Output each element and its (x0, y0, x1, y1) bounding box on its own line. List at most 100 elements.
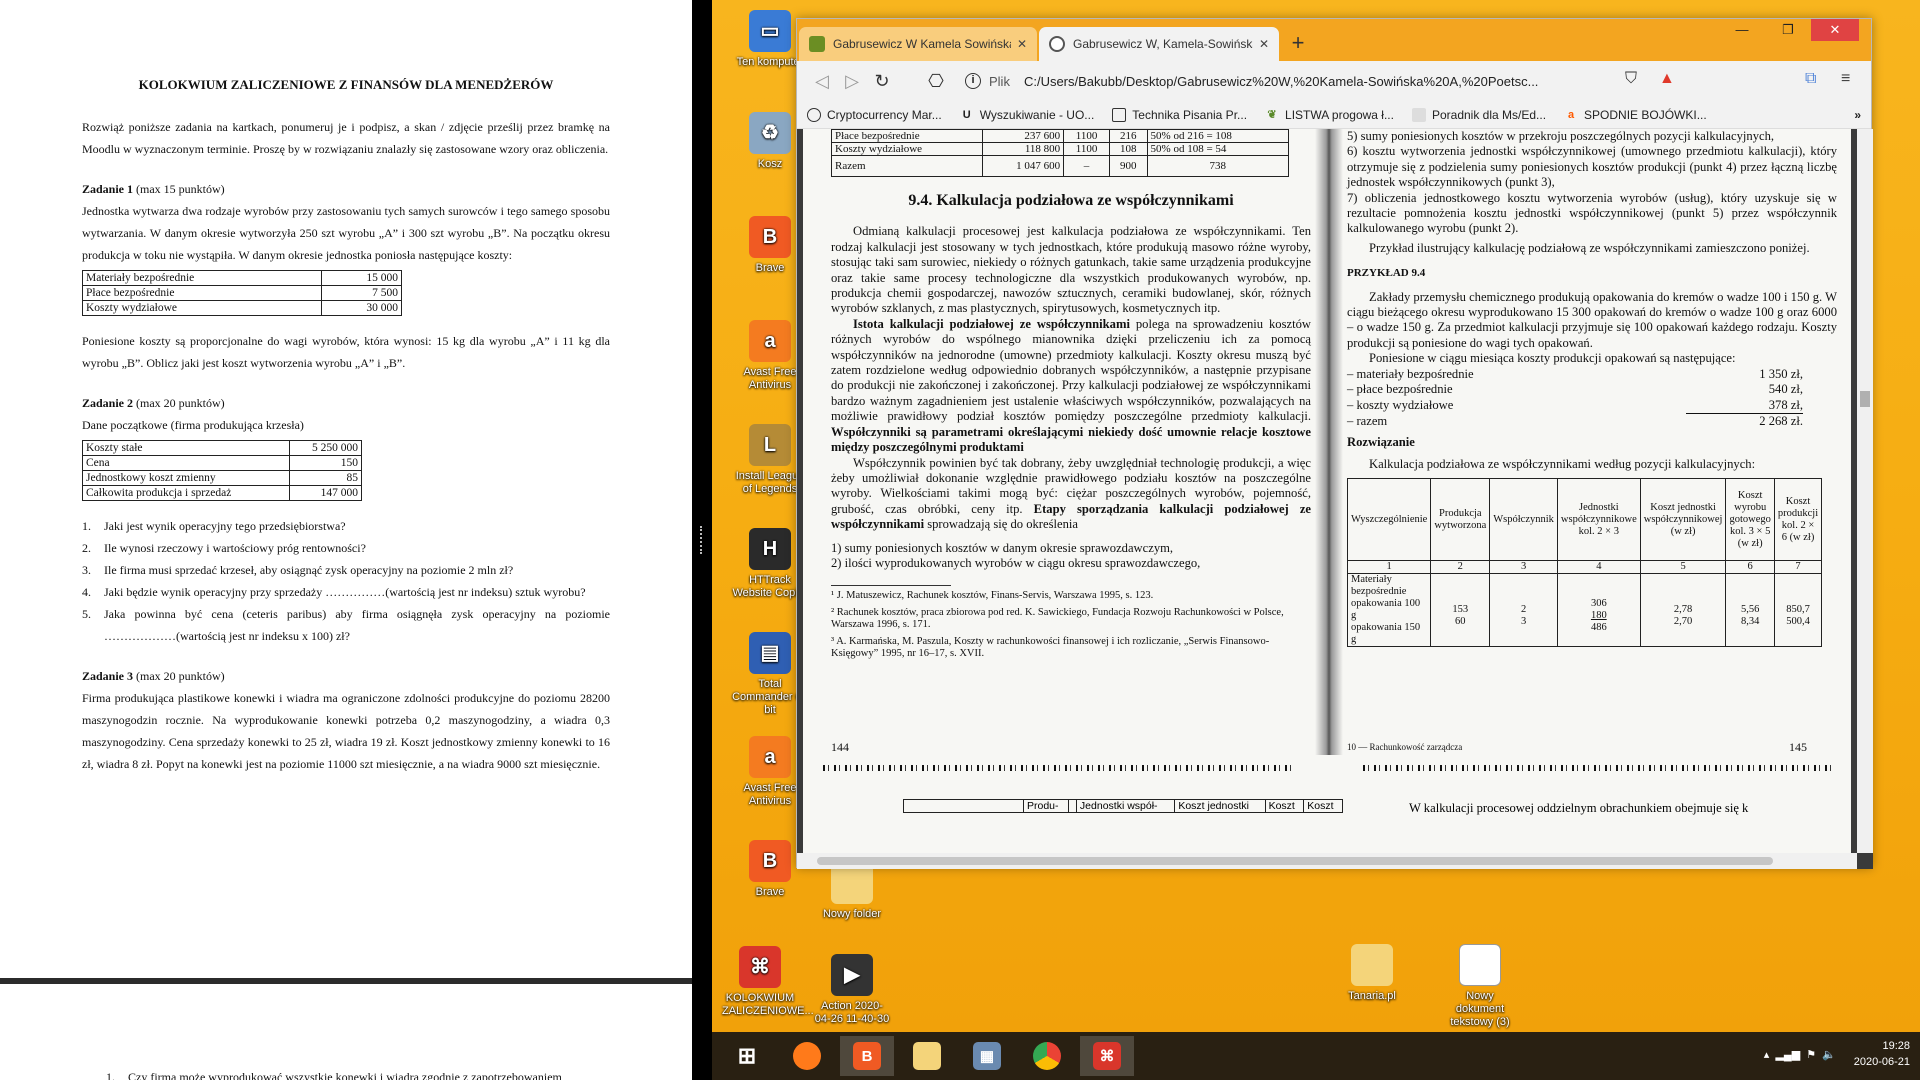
running-head: 10 — Rachunkowość zarządcza (1347, 741, 1463, 752)
bookmark-poradnik[interactable]: Poradnik dla Ms/Ed... (1411, 107, 1546, 122)
scan-paragraph: Istota kalkulacji podziałowej ze współcz… (831, 316, 1311, 455)
back-button[interactable]: ◁ (807, 71, 837, 92)
clock-time: 19:28 (1882, 1040, 1910, 1052)
document-viewer[interactable]: KOLOKWIUM ZALICZENIOWE Z FINANSÓW DLA ME… (0, 0, 692, 1080)
start-button[interactable]: ⊞ (720, 1036, 774, 1076)
minimize-button[interactable]: — (1719, 19, 1765, 41)
scan-paragraph: Kalkulacja podziałowa ze współczynnikami… (1369, 456, 1756, 471)
forward-button[interactable]: ▷ (837, 71, 867, 92)
scan-paragraph: Współczynnik powinien być tak dobrany, ż… (831, 455, 1311, 532)
bookmark-cryptocurrency[interactable]: Cryptocurrency Mar... (807, 107, 942, 122)
table-row: – koszty wydziałowe 378 zł, (1347, 397, 1803, 414)
bookmark-icon[interactable]: ⎔ (921, 71, 951, 92)
clock[interactable]: 19:28 2020-06-21 (1854, 1038, 1910, 1070)
browser-toolbar: ◁ ▷ ↻ ⎔ i Plik C:/Users/Bakubb/Desktop/G… (797, 61, 1871, 101)
list-item: 3. Ile firma musi sprzedać krzeseł, aby o… (82, 563, 514, 577)
bookmark-spodnie[interactable]: a SPODNIE BOJÓWKI... (1564, 108, 1707, 122)
browser-window: Gabrusewicz W Kamela Sowińska A ✕ Gabrus… (796, 18, 1873, 869)
scan-page-left: Płace bezpośrednie 237 600 1100 216 50% od 2… (831, 129, 1311, 755)
scan-paragraph: Zakłady przemysłu chemicznego produkują … (1347, 289, 1837, 350)
bookmark-technika[interactable]: Technika Pisania Pr... (1112, 107, 1247, 122)
next-page-table: Produ- Jednostki współ- Koszt jednostki Kos… (903, 799, 1343, 813)
bookmark-listwa[interactable]: ❦ LISTWA progowa ł... (1265, 108, 1394, 122)
section-heading: 9.4. Kalkulacja podziałowa ze współczynn… (908, 192, 1234, 209)
globe-icon (1049, 36, 1065, 52)
footnote: ¹ J. Matuszewicz, Rachunek kosztów, Fina… (831, 590, 1154, 602)
horizontal-scrollbar[interactable] (797, 853, 1857, 869)
reload-button[interactable]: ↻ (867, 71, 897, 92)
footnote: ² Rachunek kosztów, praca zbiorowa pod r… (831, 606, 1284, 631)
doc-icon (1411, 107, 1426, 122)
folder-icon (913, 1042, 941, 1070)
taskbar-firefox[interactable] (780, 1036, 834, 1076)
total-commander-icon: ▤ (749, 632, 791, 674)
table-row: Cena 150 (82, 455, 363, 471)
task2-questions: 1. Jaki jest wynik operacyjny tego przeds… (82, 515, 610, 647)
chevron-up-icon[interactable]: ▴ (1764, 1049, 1770, 1061)
scrollbar-thumb[interactable] (1860, 391, 1870, 407)
windows-icon: ⊞ (737, 1043, 757, 1068)
translate-icon[interactable]: ⧉ (1805, 70, 1816, 88)
task2-subtitle: Dane początkowe (firma produkująca krzes… (82, 418, 304, 432)
task1-after: Poniesione koszty są proporcjonalne do w… (82, 334, 610, 370)
scrollbar-thumb[interactable] (817, 857, 1773, 865)
text-file-icon (1459, 944, 1501, 986)
desktop-icon-action-video[interactable]: ▶ Action 2020-04-26 11-40-30 (814, 954, 890, 1026)
bookmarks-more-button[interactable]: » (1854, 108, 1861, 122)
menu-icon[interactable]: ≡ (1841, 70, 1850, 88)
volume-icon[interactable]: 🔈 (1822, 1049, 1836, 1061)
table-row: Całkowita produkcja i sprzedaż 147 000 (82, 485, 363, 501)
cost-list: – materiały bezpośrednie 1 350 zł, – płac… (1347, 367, 1803, 430)
allegro-icon: a (1567, 108, 1575, 121)
brave-icon: B (853, 1042, 881, 1070)
scan-noise (1363, 765, 1833, 771)
bookmark-wyszukiwanie[interactable]: U Wyszukiwanie - UO... (960, 108, 1095, 122)
taskbar-brave[interactable]: B (840, 1036, 894, 1076)
taskbar-calculator[interactable]: ▦ (960, 1036, 1014, 1076)
taskbar-pdf[interactable]: ⌘ (1080, 1036, 1134, 1076)
close-icon[interactable]: ✕ (1017, 37, 1027, 51)
close-icon[interactable]: ✕ (1259, 37, 1269, 51)
split-view-handle[interactable] (692, 0, 712, 1080)
solution-heading: Rozwiązanie (1347, 435, 1415, 450)
table-row: Razem 1 047 600–900 738 (831, 155, 1290, 177)
table-row: Płace bezpośrednie 7 500 (82, 285, 403, 301)
task1-text: Jednostka wytwarza dwa rodzaje wyrobów p… (82, 204, 610, 262)
desktop-icon-tanaria[interactable]: Tanaria.pl (1334, 944, 1410, 1003)
table-row: – materiały bezpośrednie 1 350 zł, (1347, 366, 1803, 381)
list-item: 1. Jaki jest wynik operacyjny tego przeds… (82, 519, 346, 533)
taskbar-chrome[interactable] (1020, 1036, 1074, 1076)
list-item: 4. Jaki będzie wynik operacyjny przy sprz… (82, 585, 586, 599)
list-item: 1. Czy firma może wyprodukować wszystkie … (106, 1070, 562, 1080)
task1-cost-table: Materiały bezpośrednie 15 000 Płace bezpo… (82, 270, 403, 316)
system-tray[interactable]: ▴ ▂▄▆ ⚑ 🔈 (1764, 1048, 1836, 1061)
avast-icon: a (749, 320, 791, 362)
brave-rewards-icon[interactable]: ▲ (1659, 70, 1675, 88)
vertical-scrollbar[interactable] (1857, 129, 1873, 853)
maximize-button[interactable]: ❐ (1765, 19, 1811, 41)
info-icon[interactable]: i (965, 73, 981, 89)
page-number: 144 (831, 739, 849, 754)
address-bar[interactable]: i Plik C:/Users/Bakubb/Desktop/Gabrusewi… (965, 66, 1545, 96)
tab-gabrusewicz-1[interactable]: Gabrusewicz W Kamela Sowińska A ✕ (799, 27, 1037, 61)
brave-shield-icon[interactable]: ⛉ (1625, 70, 1637, 88)
tab-gabrusewicz-2[interactable]: Gabrusewicz W, Kamela-Sowińska ✕ (1039, 27, 1279, 61)
page-number: 145 (1789, 739, 1807, 754)
desktop-icon-kolokwium-pdf[interactable]: ⌘ KOLOKWIUM ZALICZENIOWE... (722, 946, 814, 1018)
footnote: ³ A. Karmańska, M. Paszula, Koszty w rac… (831, 635, 1270, 660)
scan-list-item: 1) sumy poniesionych kosztów w danym okr… (831, 540, 1174, 555)
flag-icon[interactable]: ⚑ (1806, 1049, 1816, 1061)
pdf-viewport[interactable]: Płace bezpośrednie 237 600 1100 216 50% od 2… (797, 129, 1873, 869)
book-spine (1315, 129, 1343, 755)
table-row: Wyszczególnienie Produkcja wytworzona Wspó… (1346, 478, 1823, 562)
new-tab-button[interactable]: + (1285, 31, 1311, 57)
list-item: 2. Ile wynosi rzeczowy i wartościowy próg… (82, 541, 366, 555)
taskbar-explorer[interactable] (900, 1036, 954, 1076)
scan-paragraph: Przykład ilustrujący kalkulację podziało… (1369, 240, 1810, 255)
desktop-icon-text-file[interactable]: Nowy dokument tekstowy (3) (1442, 944, 1518, 1029)
network-icon[interactable]: ▂▄▆ (1775, 1049, 1800, 1061)
desktop-icon-new-folder[interactable]: Nowy folder (814, 862, 890, 921)
chrome-icon (1033, 1042, 1061, 1070)
close-window-button[interactable]: ✕ (1811, 19, 1859, 41)
table-row: Koszty wydziałowe 118 800 1100 108 50% od 10… (831, 142, 1290, 156)
